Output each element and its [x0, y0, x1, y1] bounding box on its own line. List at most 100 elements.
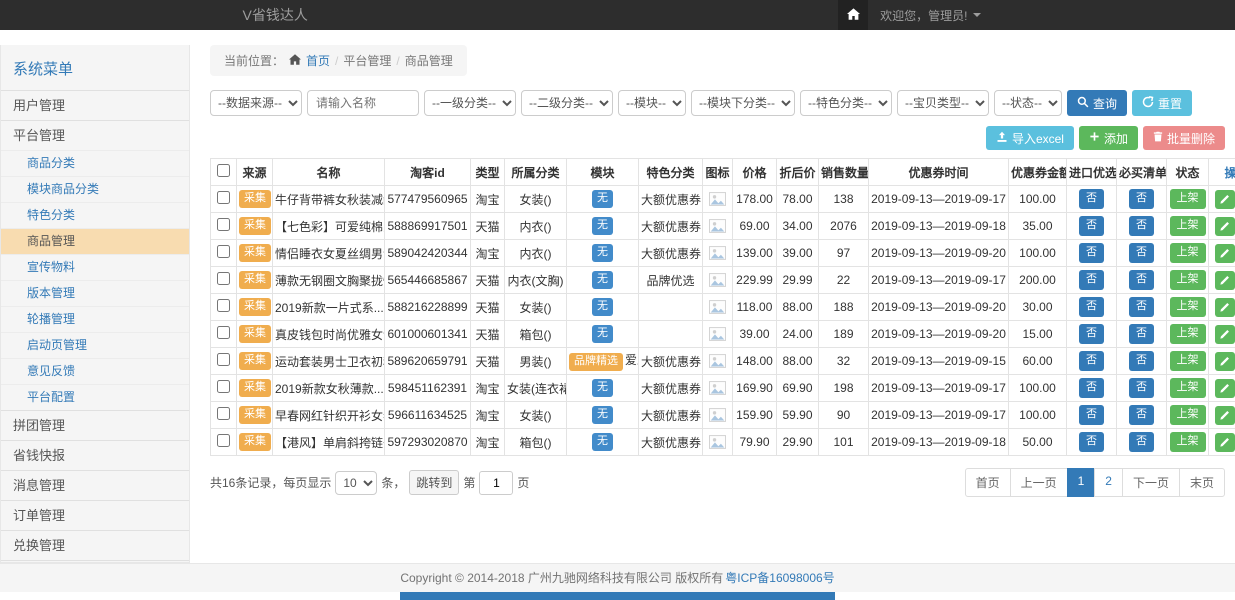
import-select-button[interactable]: 否 [1079, 297, 1104, 316]
must-buy-button[interactable]: 否 [1129, 351, 1154, 370]
import-select-button[interactable]: 否 [1079, 432, 1104, 451]
filter-select-1[interactable]: --一级分类-- [424, 90, 516, 116]
sidebar-item-7[interactable]: 宣传物料 [1, 254, 189, 280]
user-menu[interactable]: 欢迎您，管理员! [868, 7, 992, 24]
status-button[interactable]: 上架 [1170, 405, 1206, 424]
filter-select-5[interactable]: --特色分类-- [800, 90, 892, 116]
import-excel-button[interactable]: 导入excel [986, 126, 1074, 150]
edit-button[interactable] [1215, 325, 1235, 344]
must-buy-button[interactable]: 否 [1129, 216, 1154, 235]
jump-button[interactable]: 跳转到 [409, 470, 459, 495]
add-button[interactable]: 添加 [1079, 126, 1138, 150]
edit-button[interactable] [1215, 271, 1235, 290]
page-size-select[interactable]: 10 [335, 471, 377, 495]
sidebar-item-1[interactable]: 用户管理 [1, 90, 189, 120]
sidebar-item-3[interactable]: 商品分类 [1, 150, 189, 176]
special-category [639, 321, 703, 348]
data-source-select[interactable]: --数据来源-- [210, 90, 302, 116]
status-button[interactable]: 上架 [1170, 432, 1206, 451]
must-buy-button[interactable]: 否 [1129, 378, 1154, 397]
sidebar-item-4[interactable]: 模块商品分类 [1, 176, 189, 202]
import-select-button[interactable]: 否 [1079, 378, 1104, 397]
page-number-2[interactable]: 2 [1094, 468, 1123, 497]
edit-button[interactable] [1215, 379, 1235, 398]
page-nav-button[interactable]: 下一页 [1122, 468, 1180, 497]
sidebar-item-2[interactable]: 平台管理 [1, 120, 189, 150]
status-button[interactable]: 上架 [1170, 351, 1206, 370]
sidebar-item-12[interactable]: 平台配置 [1, 384, 189, 410]
row-checkbox[interactable] [217, 434, 230, 447]
row-checkbox[interactable] [217, 380, 230, 393]
row-checkbox[interactable] [217, 299, 230, 312]
reset-button[interactable]: 重置 [1132, 90, 1192, 116]
search-button[interactable]: 查询 [1067, 90, 1127, 116]
import-select-button[interactable]: 否 [1079, 405, 1104, 424]
sidebar-item-14[interactable]: 省钱快报 [1, 440, 189, 470]
sidebar-item-13[interactable]: 拼团管理 [1, 410, 189, 440]
filter-select-3[interactable]: --模块-- [618, 90, 686, 116]
after-size-text: 条， [381, 474, 405, 491]
status-button[interactable]: 上架 [1170, 243, 1206, 262]
must-buy-button[interactable]: 否 [1129, 270, 1154, 289]
status-button[interactable]: 上架 [1170, 270, 1206, 289]
edit-button[interactable] [1215, 298, 1235, 317]
edit-button[interactable] [1215, 352, 1235, 371]
batch-delete-button[interactable]: 批量删除 [1143, 126, 1225, 150]
page-nav-button[interactable]: 首页 [965, 468, 1011, 497]
home-button[interactable] [838, 0, 868, 30]
sidebar-item-11[interactable]: 意见反馈 [1, 358, 189, 384]
module-badge: 无 [592, 379, 613, 396]
edit-button[interactable] [1215, 190, 1235, 209]
filter-select-2[interactable]: --二级分类-- [521, 90, 613, 116]
breadcrumb-item-platform[interactable]: 平台管理 [343, 52, 391, 69]
sidebar: 系统菜单 用户管理平台管理商品分类模块商品分类特色分类商品管理宣传物料版本管理轮… [0, 45, 190, 563]
import-select-button[interactable]: 否 [1079, 351, 1104, 370]
filter-select-6[interactable]: --宝贝类型-- [897, 90, 989, 116]
page-number-input[interactable] [479, 471, 513, 495]
edit-button[interactable] [1215, 406, 1235, 425]
sidebar-item-9[interactable]: 轮播管理 [1, 306, 189, 332]
row-checkbox[interactable] [217, 407, 230, 420]
sidebar-item-16[interactable]: 订单管理 [1, 500, 189, 530]
name-search-input[interactable] [307, 90, 419, 116]
filter-select-7[interactable]: --状态-- [994, 90, 1062, 116]
import-select-button[interactable]: 否 [1079, 270, 1104, 289]
sidebar-item-17[interactable]: 兑换管理 [1, 530, 189, 560]
icp-link[interactable]: 粤ICP备16098006号 [725, 571, 834, 585]
import-select-button[interactable]: 否 [1079, 189, 1104, 208]
filter-select-4[interactable]: --模块下分类-- [691, 90, 795, 116]
breadcrumb-home-link[interactable]: 首页 [306, 52, 330, 69]
sidebar-item-8[interactable]: 版本管理 [1, 280, 189, 306]
row-checkbox[interactable] [217, 326, 230, 339]
page-number-1[interactable]: 1 [1067, 468, 1096, 497]
row-checkbox[interactable] [217, 245, 230, 258]
sidebar-item-6[interactable]: 商品管理 [1, 228, 189, 254]
import-select-button[interactable]: 否 [1079, 216, 1104, 235]
must-buy-button[interactable]: 否 [1129, 405, 1154, 424]
row-checkbox[interactable] [217, 353, 230, 366]
page-nav-button[interactable]: 末页 [1179, 468, 1225, 497]
edit-button[interactable] [1215, 244, 1235, 263]
must-buy-button[interactable]: 否 [1129, 189, 1154, 208]
row-checkbox[interactable] [217, 218, 230, 231]
row-checkbox[interactable] [217, 191, 230, 204]
page-nav-button[interactable]: 上一页 [1010, 468, 1068, 497]
import-select-button[interactable]: 否 [1079, 324, 1104, 343]
status-button[interactable]: 上架 [1170, 216, 1206, 235]
select-all-checkbox[interactable] [217, 164, 230, 177]
status-button[interactable]: 上架 [1170, 324, 1206, 343]
status-button[interactable]: 上架 [1170, 297, 1206, 316]
edit-button[interactable] [1215, 433, 1235, 452]
import-select-button[interactable]: 否 [1079, 243, 1104, 262]
must-buy-button[interactable]: 否 [1129, 243, 1154, 262]
sidebar-item-10[interactable]: 启动页管理 [1, 332, 189, 358]
sidebar-item-5[interactable]: 特色分类 [1, 202, 189, 228]
must-buy-button[interactable]: 否 [1129, 432, 1154, 451]
sidebar-item-15[interactable]: 消息管理 [1, 470, 189, 500]
status-button[interactable]: 上架 [1170, 189, 1206, 208]
must-buy-button[interactable]: 否 [1129, 324, 1154, 343]
edit-button[interactable] [1215, 217, 1235, 236]
must-buy-button[interactable]: 否 [1129, 297, 1154, 316]
row-checkbox[interactable] [217, 272, 230, 285]
status-button[interactable]: 上架 [1170, 378, 1206, 397]
